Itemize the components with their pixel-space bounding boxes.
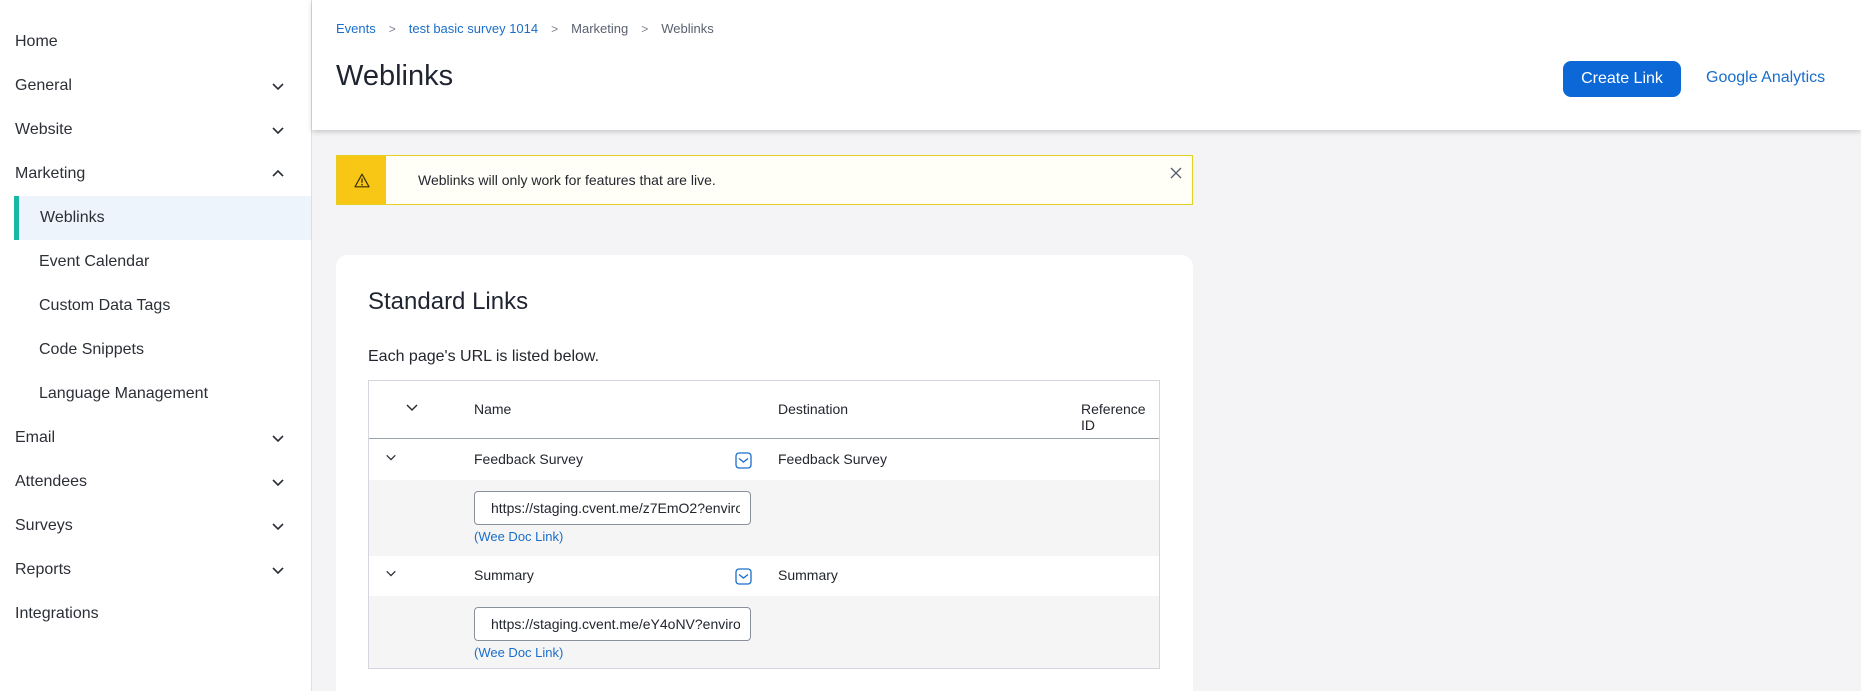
create-link-button[interactable]: Create Link	[1563, 61, 1681, 97]
row-destination: Feedback Survey	[778, 451, 887, 467]
chevron-down-icon[interactable]	[385, 567, 397, 579]
breadcrumb-link-event[interactable]: test basic survey 1014	[409, 21, 538, 36]
column-header-reference-id[interactable]: Reference ID	[1081, 401, 1159, 433]
section-description: Each page's URL is listed below.	[368, 348, 600, 365]
sidebar-item-custom-data-tags[interactable]: Custom Data Tags	[0, 284, 311, 328]
page-title: Weblinks	[336, 60, 454, 92]
sidebar-item-label: Reports	[15, 561, 72, 578]
weblinks-table: Name Destination Reference ID Feedback S…	[368, 380, 1160, 669]
column-header-name[interactable]: Name	[474, 401, 511, 417]
row-destination: Summary	[778, 567, 838, 583]
alert-icon-container	[337, 156, 386, 204]
weblink-url-field[interactable]	[474, 607, 751, 641]
chevron-up-icon	[272, 169, 284, 177]
warning-icon	[353, 173, 370, 187]
table-header: Name Destination Reference ID	[369, 381, 1159, 439]
chevron-down-icon[interactable]	[385, 451, 397, 463]
sidebar-item-event-calendar[interactable]: Event Calendar	[0, 240, 311, 284]
sidebar-item-label: Integrations	[15, 605, 99, 622]
wee-doc-link[interactable]: (Wee Doc Link)	[474, 645, 563, 660]
chevron-down-icon	[272, 83, 284, 91]
sidebar-item-label: Weblinks	[40, 209, 105, 226]
row-name: Summary	[474, 567, 534, 583]
alert-message: Weblinks will only work for features tha…	[418, 172, 716, 188]
sidebar-item-label: Home	[15, 33, 58, 50]
standard-links-card: Standard Links Each page's URL is listed…	[336, 255, 1193, 691]
breadcrumb-separator: >	[388, 21, 396, 36]
table-row: Feedback Survey Feedback Survey	[369, 440, 1159, 480]
page-header: Events > test basic survey 1014 > Market…	[312, 0, 1861, 130]
expand-all-chevron-icon[interactable]	[405, 400, 419, 414]
row-name: Feedback Survey	[474, 451, 583, 467]
sidebar-item-label: Language Management	[39, 385, 209, 402]
breadcrumb-item-current: Weblinks	[661, 21, 714, 36]
sidebar-item-label: Code Snippets	[39, 341, 144, 358]
breadcrumb-separator: >	[641, 21, 649, 36]
column-header-destination[interactable]: Destination	[778, 401, 848, 417]
weblink-url-field[interactable]	[474, 491, 751, 525]
chevron-down-icon	[272, 567, 284, 575]
sidebar-item-general[interactable]: General	[0, 64, 311, 108]
table-row: Summary Summary	[369, 556, 1159, 596]
sidebar-item-reports[interactable]: Reports	[0, 548, 311, 592]
sidebar-item-label: Surveys	[15, 517, 73, 534]
wee-doc-link[interactable]: (Wee Doc Link)	[474, 529, 563, 544]
chevron-down-icon	[272, 479, 284, 487]
row-detail: (Wee Doc Link)	[369, 596, 1159, 668]
sidebar-item-weblinks[interactable]: Weblinks	[14, 196, 311, 240]
chevron-down-icon	[272, 127, 284, 135]
sidebar-item-email[interactable]: Email	[0, 416, 311, 460]
breadcrumb: Events > test basic survey 1014 > Market…	[336, 21, 714, 36]
sidebar-item-label: General	[15, 77, 72, 94]
email-icon[interactable]	[735, 452, 752, 469]
sidebar-item-label: Website	[15, 121, 73, 138]
sidebar: Home General Website Marketing Weblinks …	[0, 0, 312, 691]
section-title: Standard Links	[368, 288, 529, 315]
sidebar-item-surveys[interactable]: Surveys	[0, 504, 311, 548]
sidebar-item-label: Attendees	[15, 473, 88, 490]
sidebar-item-code-snippets[interactable]: Code Snippets	[0, 328, 311, 372]
chevron-down-icon	[272, 523, 284, 531]
sidebar-item-marketing[interactable]: Marketing	[0, 152, 311, 196]
email-icon[interactable]	[735, 568, 752, 585]
sidebar-item-integrations[interactable]: Integrations	[0, 592, 311, 636]
row-detail: (Wee Doc Link)	[369, 480, 1159, 556]
sidebar-item-label: Custom Data Tags	[39, 297, 171, 314]
close-icon[interactable]	[1169, 166, 1183, 180]
sidebar-item-label: Email	[15, 429, 56, 446]
breadcrumb-link-events[interactable]: Events	[336, 21, 376, 36]
sidebar-item-language-management[interactable]: Language Management	[0, 372, 311, 416]
sidebar-item-label: Event Calendar	[39, 253, 150, 270]
sidebar-item-home[interactable]: Home	[0, 20, 311, 64]
breadcrumb-separator: >	[551, 21, 559, 36]
sidebar-item-website[interactable]: Website	[0, 108, 311, 152]
sidebar-item-attendees[interactable]: Attendees	[0, 460, 311, 504]
breadcrumb-item-marketing: Marketing	[571, 21, 629, 36]
sidebar-item-label: Marketing	[15, 165, 86, 182]
chevron-down-icon	[272, 435, 284, 443]
google-analytics-link[interactable]: Google Analytics	[1706, 69, 1825, 87]
warning-alert: Weblinks will only work for features tha…	[336, 155, 1193, 205]
